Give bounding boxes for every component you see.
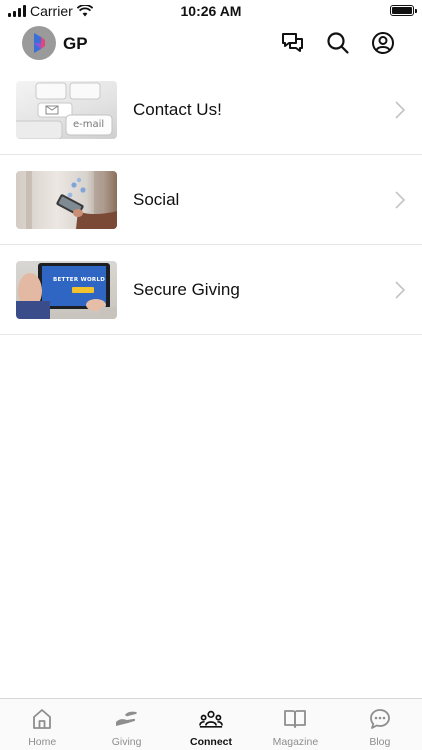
chevron-right-icon xyxy=(395,101,406,119)
battery-icon xyxy=(390,5,417,16)
list-item-label: Social xyxy=(133,190,180,209)
tab-magazine[interactable]: Magazine xyxy=(253,699,337,750)
book-icon xyxy=(283,707,307,731)
bottom-tab-bar: Home Giving Connect Magazine Blog xyxy=(0,698,422,750)
tab-label: Connect xyxy=(190,736,233,748)
list-item-label: Secure Giving xyxy=(133,280,240,299)
giving-thumb-text: BETTER WORLD xyxy=(53,277,106,283)
chat-icon[interactable] xyxy=(280,30,306,56)
tab-label: Magazine xyxy=(272,736,319,748)
contact-thumb-text: e-mail xyxy=(73,119,105,130)
profile-icon[interactable] xyxy=(370,30,396,56)
giving-thumbnail: BETTER WORLD xyxy=(16,261,117,319)
search-icon[interactable] xyxy=(325,30,351,56)
list-item-label: Contact Us! xyxy=(133,100,222,119)
tab-connect[interactable]: Connect xyxy=(169,699,253,750)
list-item-secure-giving[interactable]: BETTER WORLD Secure Giving xyxy=(0,245,422,335)
brand-logo-avatar[interactable] xyxy=(22,26,56,60)
people-icon xyxy=(199,707,223,731)
social-thumbnail xyxy=(16,171,117,229)
app-header: GP xyxy=(0,24,422,64)
chevron-right-icon xyxy=(395,281,406,299)
home-icon xyxy=(30,707,54,731)
brand-title[interactable]: GP xyxy=(63,34,88,54)
connect-list: e-mail Contact Us! Social BETTER WORLD S… xyxy=(0,65,422,335)
tab-home[interactable]: Home xyxy=(0,699,84,750)
logo-icon xyxy=(34,33,45,53)
tab-label: Blog xyxy=(369,736,391,748)
chat-bubble-icon xyxy=(368,707,392,731)
list-item-contact-us[interactable]: e-mail Contact Us! xyxy=(0,65,422,155)
tab-giving[interactable]: Giving xyxy=(84,699,168,750)
tab-blog[interactable]: Blog xyxy=(338,699,422,750)
chevron-right-icon xyxy=(395,191,406,209)
list-item-social[interactable]: Social xyxy=(0,155,422,245)
status-bar: Carrier 10:26 AM xyxy=(0,0,422,22)
giving-hand-icon xyxy=(115,707,139,731)
contact-thumbnail: e-mail xyxy=(16,81,117,139)
status-time: 10:26 AM xyxy=(180,3,242,19)
tab-label: Giving xyxy=(111,736,142,748)
tab-label: Home xyxy=(28,736,57,748)
